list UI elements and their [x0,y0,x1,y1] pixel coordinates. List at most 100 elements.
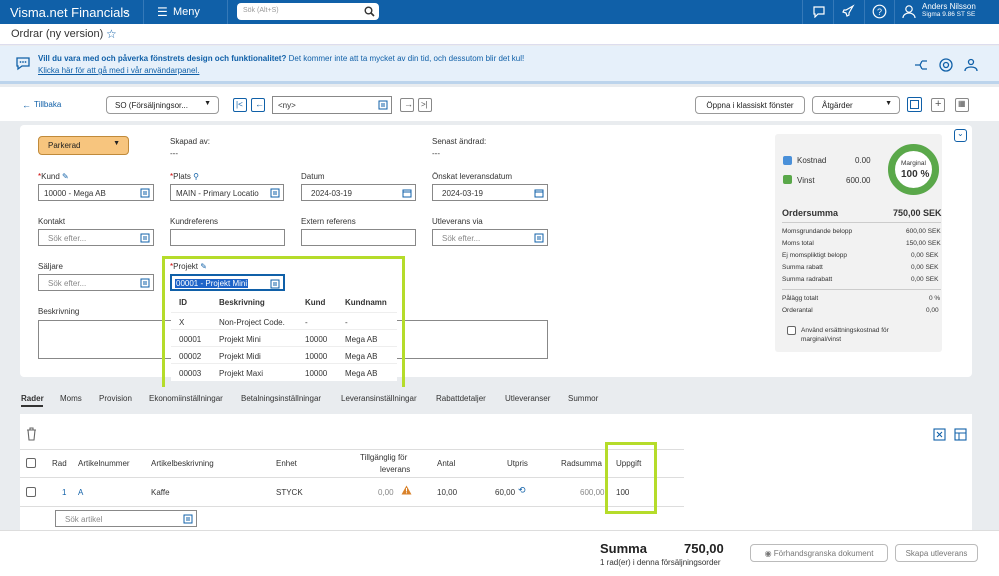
calendar-icon[interactable] [402,188,412,198]
tab-betalning[interactable]: Betalningsinställningar [241,394,321,403]
grid-settings-icon[interactable] [954,428,967,441]
lookup-icon[interactable] [378,100,388,110]
kund-input[interactable]: 10000 - Mega AB [38,184,154,201]
star-icon[interactable]: ☆ [106,27,117,41]
calendar-icon[interactable] [534,188,544,198]
user-icon[interactable] [902,4,916,19]
excel-export-icon[interactable] [933,428,946,441]
price-refresh-icon[interactable]: ⟲ [518,485,526,496]
cell-utpris[interactable]: 60,00 [495,488,515,497]
lookup-icon[interactable] [140,233,150,243]
col-artikelnummer[interactable]: Artikelnummer [78,459,130,468]
previous-record-icon[interactable]: ← [251,98,265,112]
tab-leverans[interactable]: Leveransinställningar [341,394,417,403]
arrow-left-icon[interactable]: ← [22,100,31,110]
dropdown-cell: 00001 [179,335,202,344]
global-search-input[interactable]: Sök (Alt+S) [237,3,379,20]
saljare-input[interactable]: Sök efter... [38,274,154,291]
dropdown-row[interactable]: X Non-Project Code. - - [171,312,397,329]
banner-link[interactable]: Klicka här för att gå med i vår användar… [38,66,199,75]
next-record-icon[interactable]: → [400,98,414,112]
order-number-input[interactable]: <ny> [272,96,392,114]
datum-input[interactable]: 2024-03-19 [301,184,416,201]
divider [20,449,684,450]
collapse-icon[interactable]: ⌄ [954,129,967,142]
created-label: Skapad av: [170,137,211,146]
warning-icon[interactable] [401,485,412,495]
help-icon[interactable]: ? [872,4,887,19]
cell-enhet[interactable]: STYCK [276,488,303,497]
tab-utleveranser[interactable]: Utleveranser [505,394,550,403]
select-all-checkbox[interactable] [26,458,36,468]
utleverans-via-input[interactable]: Sök efter... [432,229,548,246]
location-pin-icon[interactable]: ⚲ [193,172,199,181]
back-link[interactable]: Tillbaka [34,100,61,109]
col-utpris[interactable]: Utpris [507,459,528,468]
trash-icon[interactable] [25,427,38,441]
tab-summor[interactable]: Summor [568,394,598,403]
kundreferens-input[interactable] [170,229,285,246]
last-record-icon[interactable]: >| [418,98,432,112]
cell-artikelbeskrivning[interactable]: Kaffe [151,488,170,497]
rocket-icon[interactable] [841,4,855,18]
order-type-select[interactable]: SO (Försäljningsor... ▼ [106,96,219,114]
col-antal[interactable]: Antal [437,459,455,468]
lookup-icon[interactable] [270,188,280,198]
utleverans-via-placeholder: Sök efter... [442,234,481,243]
status-select[interactable]: Parkerad ▼ [38,136,129,155]
create-shipment-button[interactable]: Skapa utleverans [895,544,978,562]
lookup-icon[interactable] [534,233,544,243]
col-tillganglig[interactable]: Tillgänglig för [360,453,407,462]
top-bar: Visma.net Financials ⌄ ☰ Meny Sök (Alt+S… [0,0,999,24]
dropdown-row[interactable]: 00003 Projekt Maxi 10000 Mega AB [171,363,397,380]
edit-icon[interactable]: ✎ [62,172,69,181]
dropdown-row[interactable]: 00002 Projekt Midi 10000 Mega AB [171,346,397,363]
support-icon[interactable] [938,57,954,73]
first-record-icon[interactable]: |< [233,98,247,112]
actions-button[interactable]: Åtgärder ▼ [812,96,900,114]
save-icon[interactable] [907,97,922,112]
preview-document-button[interactable]: ◉ Förhandsgranska dokument [750,544,888,562]
highlight-box [605,442,657,514]
menu-button[interactable]: Meny [173,6,200,18]
col-radsumma[interactable]: Radsumma [561,459,602,468]
chat-icon[interactable] [812,5,826,18]
extern-referens-input[interactable] [301,229,416,246]
article-search-input[interactable]: Sök artikel [55,510,197,527]
lookup-icon[interactable] [140,188,150,198]
tab-moms[interactable]: Moms [60,394,82,403]
chevron-down-icon[interactable]: ⌄ [121,4,130,17]
vinst-label: Vinst [797,176,815,185]
user-settings-icon[interactable] [963,57,979,73]
cell-rad[interactable]: 1 [62,488,66,497]
col-rad[interactable]: Rad [52,459,67,468]
col-artikelbeskrivning[interactable]: Artikelbeskrivning [151,459,214,468]
lookup-icon[interactable] [270,279,280,289]
col-enhet[interactable]: Enhet [276,459,297,468]
projekt-input[interactable]: 00001 - Projekt Mini [170,274,285,291]
kontakt-input[interactable]: Sök efter... [38,229,154,246]
edit-icon[interactable]: ✎ [200,262,207,271]
add-icon[interactable]: + [931,98,945,112]
settings-flow-icon[interactable] [913,58,929,72]
cell-artikelnummer[interactable]: A [78,488,83,497]
user-company[interactable]: Sigma 9.86 ST SE [922,11,975,18]
onskat-input[interactable]: 2024-03-19 [432,184,548,201]
tab-rader[interactable]: Rader [21,394,44,403]
tab-rabatt[interactable]: Rabattdetaljer [436,394,486,403]
grid-icon[interactable]: ▦ [955,98,969,112]
replacement-cost-checkbox[interactable] [787,326,796,335]
lookup-icon[interactable] [183,514,193,524]
search-icon[interactable] [364,6,375,17]
dropdown-row[interactable]: 00001 Projekt Mini 10000 Mega AB [171,329,397,346]
lookup-icon[interactable] [140,278,150,288]
open-classic-button[interactable]: Öppna i klassiskt fönster [695,96,805,114]
cell-antal[interactable]: 10,00 [437,488,457,497]
tab-provision[interactable]: Provision [99,394,132,403]
plats-input[interactable]: MAIN - Primary Locatio [170,184,284,201]
user-name[interactable]: Anders Nilsson [922,2,976,11]
tab-ekonomi[interactable]: Ekonomiinställningar [149,394,223,403]
brand-name[interactable]: Visma.net Financials [10,5,130,20]
row-checkbox[interactable] [26,487,36,497]
hamburger-icon[interactable]: ☰ [157,5,168,19]
